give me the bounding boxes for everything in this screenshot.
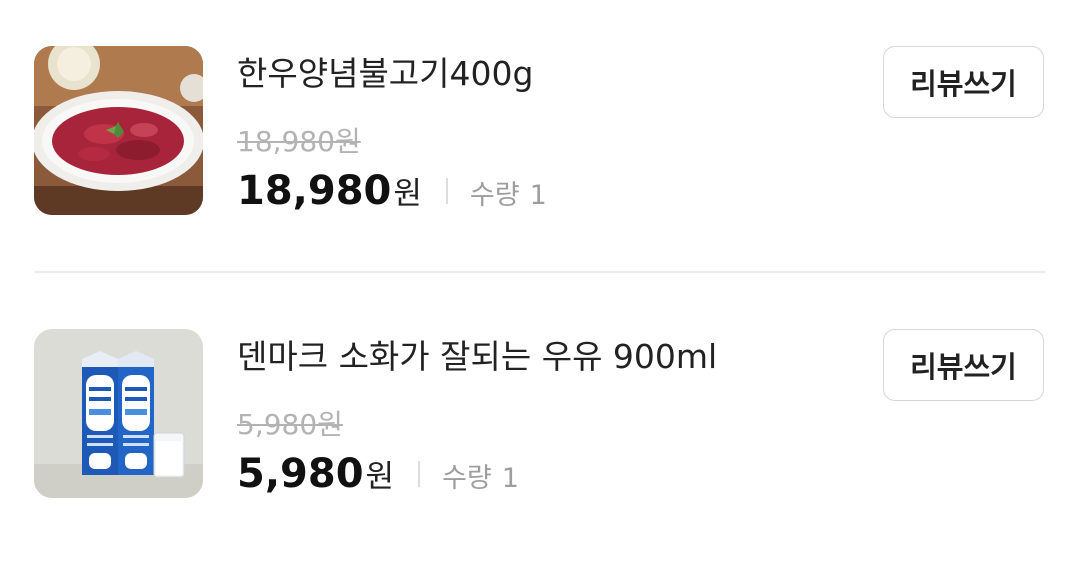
write-review-button[interactable]: 리뷰쓰기 (883, 46, 1044, 118)
original-price: 5,980원 (237, 408, 343, 441)
price-unit: 원 (365, 459, 395, 495)
divider-bar (418, 461, 421, 487)
write-review-button[interactable]: 리뷰쓰기 (883, 329, 1044, 401)
sale-price: 5,980 (237, 451, 364, 497)
quantity-value: 1 (529, 180, 547, 211)
bulgogi-photo-icon (34, 46, 203, 215)
order-item: 한우양념불고기400g 18,980원 18,980 원 수량 1 리뷰쓰기 (0, 46, 1080, 226)
product-name[interactable]: 덴마크 소화가 잘되는 우유 900ml (237, 335, 717, 379)
order-item: 덴마크 소화가 잘되는 우유 900ml 5,980원 5,980 원 수량 1… (0, 329, 1080, 509)
quantity-label: 수량 (442, 463, 492, 494)
original-price: 18,980원 (237, 125, 361, 158)
milk-carton-photo-icon (34, 329, 203, 498)
order-item-list: 한우양념불고기400g 18,980원 18,980 원 수량 1 리뷰쓰기 덴… (0, 0, 1080, 568)
product-thumbnail-milk[interactable] (34, 329, 203, 498)
price-row: 5,980 원 수량 1 (237, 449, 519, 499)
quantity-label: 수량 (469, 180, 520, 211)
item-divider (34, 271, 1046, 273)
product-thumbnail-bulgogi[interactable] (34, 46, 203, 215)
price-unit: 원 (393, 176, 422, 212)
price-row: 18,980 원 수량 1 (237, 166, 547, 216)
sale-price: 18,980 (237, 168, 392, 214)
divider-bar (445, 178, 448, 204)
product-name[interactable]: 한우양념불고기400g (237, 52, 533, 96)
quantity-value: 1 (501, 463, 519, 494)
